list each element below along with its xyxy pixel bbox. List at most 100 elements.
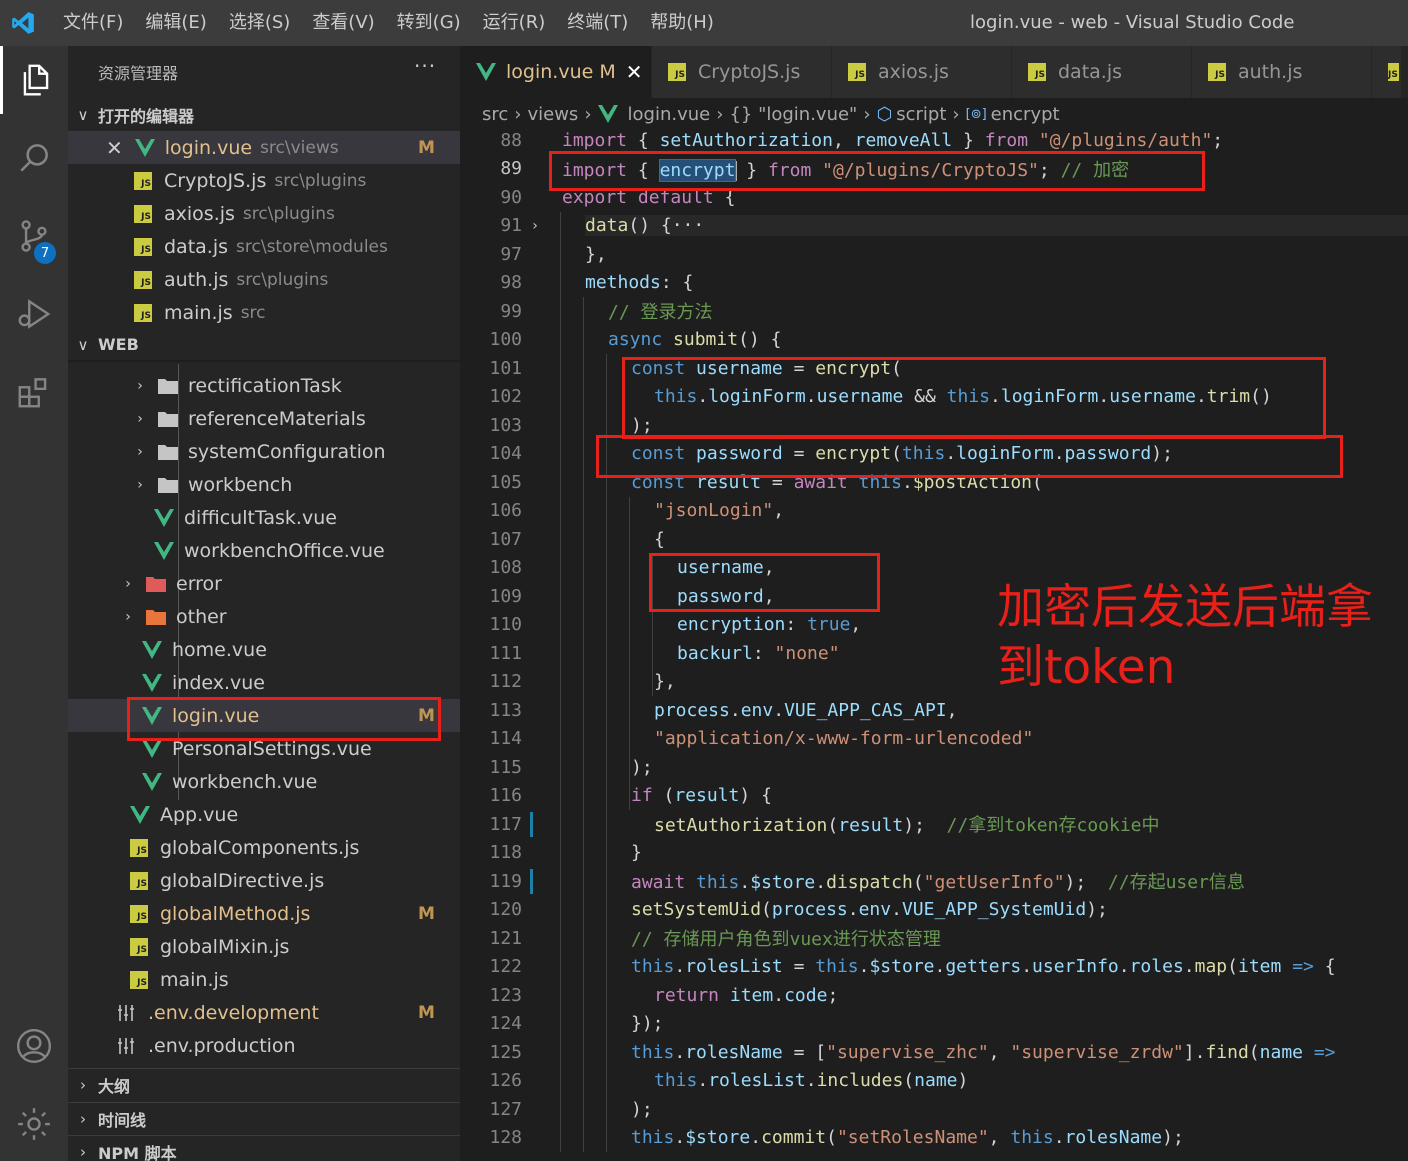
breadcrumb-item[interactable]: script (896, 104, 946, 125)
code-line[interactable]: 119 await this.$store.dispatch("getUserIn… (460, 867, 1408, 896)
menu-item[interactable]: 文件(F) (52, 0, 134, 46)
tree-folder[interactable]: › error (68, 567, 460, 600)
tree-file[interactable]: home.vue (68, 633, 460, 666)
editor-tab[interactable]: login.vue M ✕ (460, 46, 652, 98)
fold-chevron-icon[interactable]: › (522, 218, 548, 234)
open-editor-item[interactable]: JS main.js src (68, 296, 460, 329)
code-line[interactable]: 126 this.rolesList.includes(name) (460, 1067, 1408, 1096)
code-line[interactable]: 128 this.$store.commit("setRolesName", th… (460, 1124, 1408, 1153)
code-line[interactable]: 99 // 登录方法 (460, 297, 1408, 326)
tree-file[interactable]: difficultTask.vue (68, 501, 460, 534)
env-file-icon (118, 1004, 134, 1021)
code-line[interactable]: 124}); (460, 1010, 1408, 1039)
code-line[interactable]: 113 process.env.VUE_APP_CAS_API, (460, 696, 1408, 725)
breadcrumb-item[interactable]: login.vue (628, 104, 711, 125)
tree-file[interactable]: App.vue (68, 798, 460, 831)
js-file-icon: JS (134, 171, 152, 190)
modified-badge: M (599, 61, 616, 83)
tree-file[interactable]: index.vue (68, 666, 460, 699)
js-file-icon: JS (848, 63, 866, 81)
code-line[interactable]: 120 setSystemUid(process.env.VUE_APP_Syst… (460, 896, 1408, 925)
js-file-icon: JS (130, 970, 148, 989)
menu-item[interactable]: 查看(V) (301, 0, 385, 46)
editor-tab[interactable]: JS axios.js (832, 46, 1012, 98)
vscode-logo-icon (0, 0, 46, 46)
open-editors-section[interactable]: ∨ 打开的编辑器 (68, 98, 460, 131)
tree-file[interactable]: JS globalMethod.js M (68, 897, 460, 930)
open-editor-item[interactable]: JS CryptoJS.js src\plugins (68, 164, 460, 197)
editor-tab[interactable]: JS data.js (1012, 46, 1192, 98)
code-line[interactable]: 123 return item.code; (460, 981, 1408, 1010)
menu-item[interactable]: 帮助(H) (639, 0, 725, 46)
code-line[interactable]: 106 "jsonLogin", (460, 497, 1408, 526)
tree-folder[interactable]: › other (68, 600, 460, 633)
file-name: auth.js (164, 268, 229, 291)
code-line[interactable]: 116 if (result) { (460, 782, 1408, 811)
tree-folder[interactable]: › systemConfiguration (68, 435, 460, 468)
code-line[interactable]: 114 "application/x-www-form-urlencoded" (460, 725, 1408, 754)
code-line[interactable]: 122 this.rolesList = this.$store.getters.… (460, 953, 1408, 982)
close-icon[interactable]: ✕ (626, 60, 643, 84)
code-line[interactable]: 127); (460, 1095, 1408, 1124)
breadcrumb-item[interactable]: encrypt (991, 104, 1060, 125)
explorer-icon[interactable] (0, 46, 68, 114)
timeline-label: 时间线 (98, 1111, 147, 1130)
account-icon[interactable] (0, 1012, 68, 1080)
code-line[interactable]: 125 this.rolesName = ["supervise_zhc", "s… (460, 1038, 1408, 1067)
tree-file[interactable]: workbench.vue (68, 765, 460, 798)
outline-section[interactable]: › 大纲 (68, 1068, 460, 1101)
code-text: "jsonLogin", (654, 500, 785, 522)
tree-file[interactable]: JS main.js (68, 963, 460, 996)
search-icon[interactable] (0, 124, 68, 192)
settings-gear-icon[interactable] (0, 1090, 68, 1158)
breadcrumb-item[interactable]: views (527, 104, 578, 125)
menu-item[interactable]: 转到(G) (386, 0, 472, 46)
tree-file[interactable]: .env.production (68, 1029, 460, 1062)
tree-folder[interactable]: › referenceMaterials (68, 402, 460, 435)
menu-item[interactable]: 运行(R) (472, 0, 557, 46)
open-editor-item[interactable]: JS data.js src\store\modules (68, 230, 460, 263)
code-line[interactable]: 98 methods: { (460, 269, 1408, 298)
menu-item[interactable]: 编辑(E) (134, 0, 217, 46)
code-text: }, (585, 243, 607, 265)
code-line[interactable]: 118} (460, 839, 1408, 868)
folder-icon (146, 609, 166, 625)
overflow-tab[interactable]: JS (1372, 46, 1402, 98)
tree-file[interactable]: JS globalComponents.js (68, 831, 460, 864)
open-editor-item[interactable]: JS auth.js src\plugins (68, 263, 460, 296)
editor-tab[interactable]: JS auth.js (1192, 46, 1372, 98)
tree-file[interactable]: workbenchOffice.vue (68, 534, 460, 567)
code-line[interactable]: 100 async submit() { (460, 326, 1408, 355)
tree-file[interactable]: JS globalDirective.js (68, 864, 460, 897)
tree-file[interactable]: .env.development M (68, 996, 460, 1029)
breadcrumb-item[interactable]: src (482, 104, 508, 125)
breadcrumb-item[interactable]: {} "login.vue" (729, 104, 857, 125)
folder-icon (158, 477, 178, 493)
line-number: 116 (489, 785, 522, 807)
tree-folder[interactable]: › workbench (68, 468, 460, 501)
line-number: 90 (500, 186, 522, 208)
timeline-section[interactable]: › 时间线 (68, 1102, 460, 1135)
open-editor-item[interactable]: JS axios.js src\plugins (68, 197, 460, 230)
code-line[interactable]: 117 setAuthorization(result); //拿到token存c… (460, 810, 1408, 839)
more-actions-icon[interactable]: ··· (414, 54, 436, 78)
code-line[interactable]: 121 // 存储用户角色到vuex进行状态管理 (460, 924, 1408, 953)
open-editor-item[interactable]: ✕ login.vue src\views M (68, 131, 460, 164)
line-number: 117 (489, 813, 522, 835)
tree-file[interactable]: JS globalMixin.js (68, 930, 460, 963)
code-line[interactable]: 107 { (460, 525, 1408, 554)
npm-scripts-section[interactable]: › NPM 脚本 (68, 1135, 460, 1161)
close-icon[interactable]: ✕ (106, 136, 123, 160)
source-control-icon[interactable]: 7 (0, 202, 68, 270)
workspace-section[interactable]: ∨ WEB (68, 329, 460, 362)
editor-tab[interactable]: JS CryptoJS.js (652, 46, 832, 98)
code-line[interactable]: 115); (460, 753, 1408, 782)
menu-item[interactable]: 终端(T) (556, 0, 639, 46)
file-path: src (240, 302, 266, 323)
code-line[interactable]: 91 › data() {··· (460, 212, 1408, 241)
menu-item[interactable]: 选择(S) (218, 0, 301, 46)
code-line[interactable]: 97}, (460, 240, 1408, 269)
tree-folder[interactable]: › rectificationTask (68, 369, 460, 402)
run-debug-icon[interactable] (0, 280, 68, 348)
extensions-icon[interactable] (0, 358, 68, 426)
